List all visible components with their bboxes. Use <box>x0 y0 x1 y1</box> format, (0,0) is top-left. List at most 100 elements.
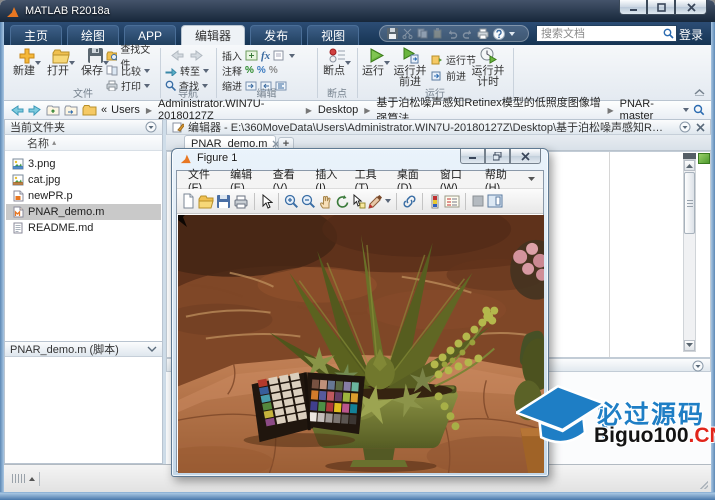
breakpoints-button[interactable]: 断点 <box>320 47 354 77</box>
address-search-icon[interactable] <box>693 104 705 116</box>
back-icon[interactable] <box>170 50 184 61</box>
fig-print-icon[interactable] <box>233 194 249 209</box>
matlab-logo-icon <box>6 4 20 18</box>
status-grip-icon[interactable] <box>12 474 25 483</box>
figure-close-button[interactable] <box>510 149 541 164</box>
hide-plot-tools-icon[interactable] <box>471 194 485 208</box>
maximize-button[interactable] <box>647 0 675 15</box>
ribbon-collapse-icon[interactable] <box>694 88 705 96</box>
file-row-newprp[interactable]: newPR.p <box>6 188 161 204</box>
file-details-bar[interactable]: PNAR_demo.m (脚本) <box>5 341 162 357</box>
colorbar-icon[interactable] <box>428 194 442 209</box>
window-border-bottom <box>0 492 715 500</box>
crumb-home[interactable]: « <box>101 104 107 116</box>
file-row-catjpg[interactable]: cat.jpg <box>6 172 161 188</box>
resize-grip[interactable] <box>700 481 708 489</box>
edit-plot-icon[interactable] <box>260 194 273 209</box>
editor-menu-icon[interactable] <box>679 121 691 133</box>
goto-button[interactable]: 转至 <box>165 64 209 77</box>
run-advance-icon <box>391 47 429 66</box>
search-icon[interactable] <box>663 28 674 39</box>
browse-folder-icon[interactable] <box>64 104 78 116</box>
panel-menu-icon[interactable] <box>145 121 157 133</box>
zoom-in-icon[interactable] <box>284 194 299 209</box>
quick-access-toolbar <box>379 25 529 42</box>
fx-icon[interactable]: fx <box>261 50 270 62</box>
print-icon[interactable] <box>477 28 489 39</box>
name-column-header[interactable]: 名称 ▴ <box>5 135 162 151</box>
uncomment-icon[interactable]: % <box>257 65 266 76</box>
forward-icon[interactable] <box>190 50 204 61</box>
login-button[interactable]: 登录 <box>679 26 703 43</box>
fig-open-icon[interactable] <box>198 193 214 209</box>
rotate-3d-icon[interactable] <box>335 194 350 209</box>
cut-icon[interactable] <box>402 28 413 39</box>
doc-search-input[interactable] <box>536 25 677 42</box>
zoom-out-icon[interactable] <box>301 194 316 209</box>
fig-save-icon[interactable] <box>216 194 231 209</box>
data-cursor-icon[interactable] <box>352 194 366 209</box>
brush-icon[interactable] <box>368 194 383 209</box>
tab-plots[interactable]: 绘图 <box>67 25 119 45</box>
editor-close-icon[interactable] <box>696 123 705 132</box>
advance-button[interactable]: 前进 <box>431 69 466 82</box>
comment-icon[interactable]: % <box>245 65 254 76</box>
figure-window[interactable]: Figure 1 文件(F) 编辑(E) 查看(V) 插入(I) 工具(T) 桌… <box>171 148 549 477</box>
new-button[interactable]: 新建 <box>10 47 44 77</box>
open-button[interactable]: 打开 <box>44 47 78 77</box>
comment-row[interactable]: 注释%%% <box>222 64 278 77</box>
current-folder-title: 当前文件夹 <box>10 119 65 135</box>
file-row-3png[interactable]: 3.png <box>6 156 161 172</box>
minimize-button[interactable] <box>619 0 647 15</box>
copy-icon[interactable] <box>417 28 428 39</box>
ribbon: 新建 打开 保存 查找文件 比较 打印 文件 转至 查找 导航 插入fx 注释%… <box>4 45 711 101</box>
details-collapse-icon[interactable] <box>147 346 157 353</box>
editor-scrollbar[interactable] <box>683 159 696 352</box>
address-dropdown-icon[interactable] <box>683 108 689 112</box>
redo-icon[interactable] <box>462 28 473 39</box>
crumb-users[interactable]: Users <box>111 104 140 116</box>
nav-back-icon[interactable] <box>10 104 24 116</box>
folder-icon <box>82 104 97 116</box>
scroll-down-icon[interactable] <box>684 340 695 351</box>
legend-icon[interactable] <box>444 194 460 209</box>
scrollbar-thumb[interactable] <box>684 172 695 234</box>
fig-new-icon[interactable] <box>181 193 196 209</box>
insert-row[interactable]: 插入fx <box>222 49 295 62</box>
save-icon[interactable] <box>387 28 398 39</box>
up-folder-icon[interactable] <box>46 104 60 116</box>
nav-forward-icon[interactable] <box>28 104 42 116</box>
figure-axes[interactable] <box>177 214 543 471</box>
editor-title-icon <box>172 122 188 133</box>
paste-icon[interactable] <box>432 28 443 39</box>
pan-icon[interactable] <box>318 194 333 209</box>
file-row-pnar-demo[interactable]: PNAR_demo.m <box>6 204 161 220</box>
status-expand-icon[interactable] <box>29 477 35 481</box>
figure-minimize-button[interactable] <box>460 149 485 164</box>
undo-icon[interactable] <box>447 28 458 39</box>
close-button[interactable] <box>675 0 707 15</box>
tab-editor[interactable]: 编辑器 <box>181 25 245 45</box>
tab-publish[interactable]: 发布 <box>250 25 302 45</box>
run-button[interactable]: 运行 <box>359 47 393 77</box>
crumb-desktop[interactable]: Desktop <box>318 104 358 116</box>
menu-overflow-icon[interactable] <box>521 177 539 182</box>
figure-restore-button[interactable] <box>485 149 510 164</box>
strip-menu-icon[interactable] <box>692 360 704 372</box>
wrap-comment-icon[interactable]: % <box>269 65 278 76</box>
file-row-readme[interactable]: README.md <box>6 220 161 236</box>
find-files-button[interactable]: 查找文件 <box>106 49 158 62</box>
run-time-icon <box>469 47 507 66</box>
tab-view[interactable]: 视图 <box>307 25 359 45</box>
run-time-button[interactable]: 运行并计时 <box>469 47 507 88</box>
scroll-up-icon[interactable] <box>684 160 695 171</box>
help-icon[interactable] <box>493 28 505 40</box>
link-plot-icon[interactable] <box>402 194 417 209</box>
qa-dropdown-icon[interactable] <box>509 32 515 36</box>
compare-button[interactable]: 比较 <box>106 64 150 77</box>
code-analyzer-indicator[interactable] <box>698 153 710 164</box>
run-advance-button[interactable]: 运行并前进 <box>391 47 429 88</box>
show-plot-tools-icon[interactable] <box>487 194 503 208</box>
tab-home[interactable]: 主页 <box>10 25 62 45</box>
brush-dropdown-icon[interactable] <box>385 199 391 203</box>
